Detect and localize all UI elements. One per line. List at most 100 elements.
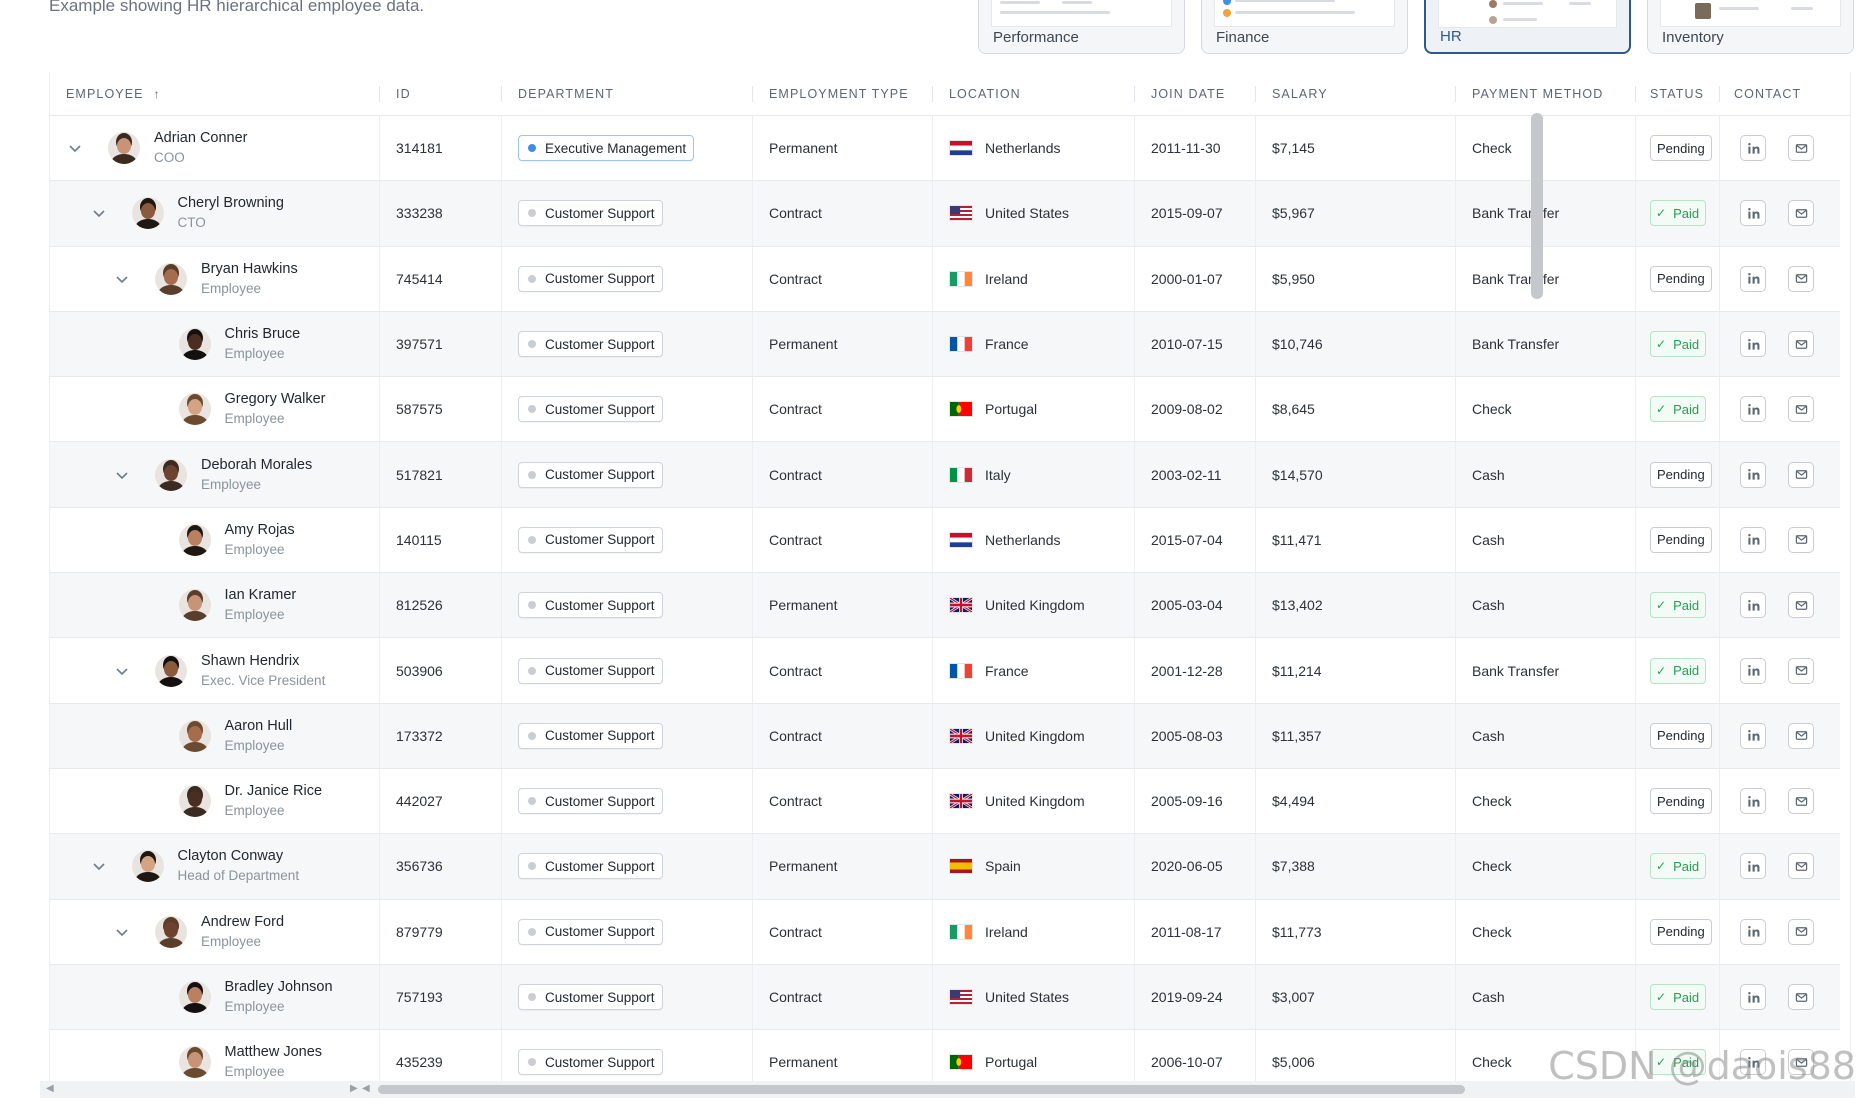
department-dot-icon [528,731,536,740]
location-label: Spain [985,858,1021,875]
column-header-department[interactable]: Department [502,72,753,116]
tab-inventory[interactable]: Inventory [1647,0,1854,54]
salary: $3,007 [1256,964,1456,1030]
department-dot-icon [528,144,536,153]
department-label: Customer Support [545,989,655,1005]
salary: $13,402 [1256,573,1456,638]
department-dot-icon [528,405,536,414]
email-icon[interactable] [1788,135,1814,162]
email-icon[interactable] [1788,853,1814,880]
table-row[interactable]: Andrew Ford Employee 879779 Customer Sup… [50,899,1840,965]
chevron-down-icon[interactable] [109,919,135,945]
column-header-salary[interactable]: Salary [1256,72,1456,116]
linkedin-icon[interactable] [1740,135,1766,162]
email-icon[interactable] [1788,722,1814,749]
column-header-employment-type[interactable]: Employment Type [753,72,933,116]
table-row[interactable]: Cheryl Browning CTO 333238 Customer Supp… [50,181,1840,247]
payment-method: Bank Transfer [1456,246,1636,311]
employee-cell: Shawn Hendrix Exec. Vice President [50,638,380,703]
column-label: Department [518,87,614,101]
status-label: Paid [1673,401,1700,417]
chevron-down-icon[interactable] [62,135,88,161]
scroll-left-icon[interactable]: ◀ [362,1083,370,1094]
column-header-employee[interactable]: Employee ↑ [50,72,380,116]
scroll-left-icon[interactable]: ◀ [46,1083,54,1094]
email-icon[interactable] [1788,461,1814,488]
employee-id: 503906 [380,638,502,703]
column-header-location[interactable]: Location [933,72,1135,116]
department-cell: Customer Support [502,573,753,638]
department-tag: Customer Support [518,331,663,358]
chevron-down-icon[interactable] [86,853,112,879]
column-header-join-date[interactable]: Join Date [1135,72,1256,116]
email-icon[interactable] [1788,331,1814,358]
linkedin-icon[interactable] [1740,200,1766,227]
linkedin-icon[interactable] [1740,657,1766,684]
employee-name: Gregory Walker [224,391,326,408]
department-label: Customer Support [545,401,655,417]
vertical-scrollbar[interactable] [1531,113,1543,299]
table-row[interactable]: Ian Kramer Employee 812526 Customer Supp… [50,573,1840,639]
email-icon[interactable] [1788,396,1814,423]
linkedin-icon[interactable] [1740,461,1766,488]
sort-ascending-icon[interactable]: ↑ [154,87,161,101]
column-header-payment-method[interactable]: Payment Method [1456,72,1636,116]
chevron-down-icon[interactable] [109,462,135,488]
linkedin-icon[interactable] [1740,331,1766,358]
table-row[interactable]: Deborah Morales Employee 517821 Customer… [50,442,1840,508]
table-row[interactable]: Amy Rojas Employee 140115 Customer Suppo… [50,507,1840,574]
email-icon[interactable] [1788,788,1814,815]
payment-method: Cash [1456,507,1636,573]
status-cell: Pending [1636,768,1720,834]
chevron-down-icon[interactable] [109,266,135,292]
column-header-status[interactable]: Status [1636,72,1720,116]
linkedin-icon[interactable] [1740,984,1766,1010]
department-cell: Customer Support [502,964,753,1030]
email-icon[interactable] [1788,984,1814,1010]
payment-method: Check [1456,768,1636,834]
employee-title: Employee [224,999,285,1014]
table-row[interactable]: Aaron Hull Employee 173372 Customer Supp… [50,703,1840,769]
scroll-right-icon[interactable]: ▶ [350,1083,358,1094]
email-icon[interactable] [1788,526,1814,553]
column-header-contact[interactable]: Contact [1720,72,1850,116]
chevron-down-icon[interactable] [86,200,112,226]
chevron-down-icon[interactable] [109,658,135,684]
linkedin-icon[interactable] [1740,788,1766,815]
location-label: Netherlands [985,140,1061,157]
table-row[interactable]: Dr. Janice Rice Employee 442027 Customer… [50,768,1840,835]
linkedin-icon[interactable] [1740,396,1766,423]
column-header-id[interactable]: ID [380,72,502,116]
status-badge: Pending [1650,788,1712,815]
email-icon[interactable] [1788,200,1814,227]
linkedin-icon[interactable] [1740,265,1766,292]
table-row[interactable]: Bryan Hawkins Employee 745414 Customer S… [50,246,1840,312]
table-row[interactable]: Gregory Walker Employee 587575 Customer … [50,377,1840,443]
email-icon[interactable] [1788,918,1814,945]
tab-hr[interactable]: HR [1424,0,1631,54]
contact-cell [1720,377,1840,441]
linkedin-icon[interactable] [1740,722,1766,749]
scrollbar-thumb[interactable] [378,1085,1465,1094]
employee-name: Ian Kramer [224,587,297,604]
salary: $7,145 [1256,116,1456,181]
linkedin-icon[interactable] [1740,526,1766,553]
linkedin-icon[interactable] [1740,918,1766,945]
email-icon[interactable] [1788,657,1814,684]
email-icon[interactable] [1788,265,1814,292]
table-row[interactable]: Adrian Conner COO 314181 Executive Manag… [50,116,1840,182]
status-badge: ✓ Paid [1650,657,1707,684]
table-row[interactable]: Shawn Hendrix Exec. Vice President 50390… [50,638,1840,704]
linkedin-icon[interactable] [1740,853,1766,880]
tab-performance[interactable]: Performance [978,0,1185,54]
status-badge: Pending [1650,135,1712,162]
table-row[interactable]: Clayton Conway Head of Department 356736… [50,834,1840,900]
table-row[interactable]: Bradley Johnson Employee 757193 Customer… [50,964,1840,1031]
tab-finance[interactable]: Finance [1201,0,1408,54]
email-icon[interactable] [1788,592,1814,619]
column-label: ID [396,87,411,101]
table-row[interactable]: Chris Bruce Employee 397571 Customer Sup… [50,311,1840,378]
linkedin-icon[interactable] [1740,592,1766,619]
